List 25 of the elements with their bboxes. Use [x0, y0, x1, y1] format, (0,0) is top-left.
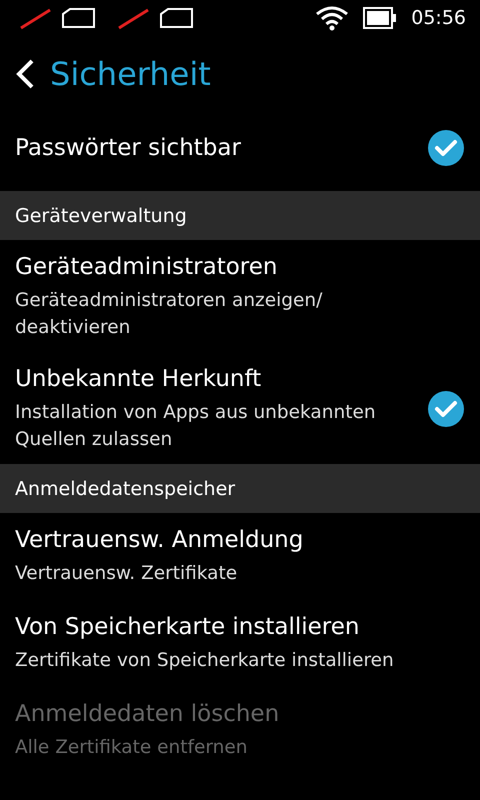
setting-row[interactable]: Unbekannte Herkunft Installation von Apps aus unbekannten Quellen zulassen [0, 355, 480, 463]
setting-description: Geräteadministratoren anzeigen/ deaktivieren [15, 289, 324, 340]
wifi-icon [315, 5, 350, 31]
checkbox[interactable] [428, 391, 464, 427]
page-title: Sicherheit [50, 55, 211, 93]
battery-icon [363, 6, 398, 30]
back-icon[interactable] [14, 58, 36, 90]
setting-row[interactable]: Vertrauensw. Anmeldung Vertrauensw. Zertifikate [0, 514, 480, 601]
setting-description: Zertifikate von Speicherkarte installieren [15, 649, 395, 673]
setting-row[interactable]: Passwörter sichtbar [0, 112, 480, 190]
checkbox[interactable] [428, 130, 464, 166]
section-title: Anmeldedatenspeicher [15, 478, 236, 500]
setting-title: Vertrauensw. Anmeldung [15, 526, 304, 554]
setting-title: Passwörter sichtbar [15, 134, 242, 162]
setting-description: Alle Zertifikate entfernen [15, 736, 249, 760]
section-title: Geräteverwaltung [15, 204, 187, 226]
setting-row[interactable]: Von Speicherkarte installieren Zertifikate von Speicherkarte installieren [0, 601, 480, 688]
setting-description: Installation von Apps aus unbekannten Quellen zulassen [15, 401, 377, 452]
setting-title: Von Speicherkarte installieren [15, 613, 360, 641]
setting-title: Anmeldedaten löschen [15, 700, 280, 728]
setting-description: Vertrauensw. Zertifikate [15, 562, 238, 586]
status-time: 05:56 [411, 7, 466, 29]
setting-title: Geräteadministratoren [15, 253, 278, 281]
setting-row[interactable]: Geräteadministratoren Geräteadministratoren anzeigen/ deaktivieren [0, 241, 480, 355]
setting-title: Unbekannte Herkunft [15, 365, 262, 393]
